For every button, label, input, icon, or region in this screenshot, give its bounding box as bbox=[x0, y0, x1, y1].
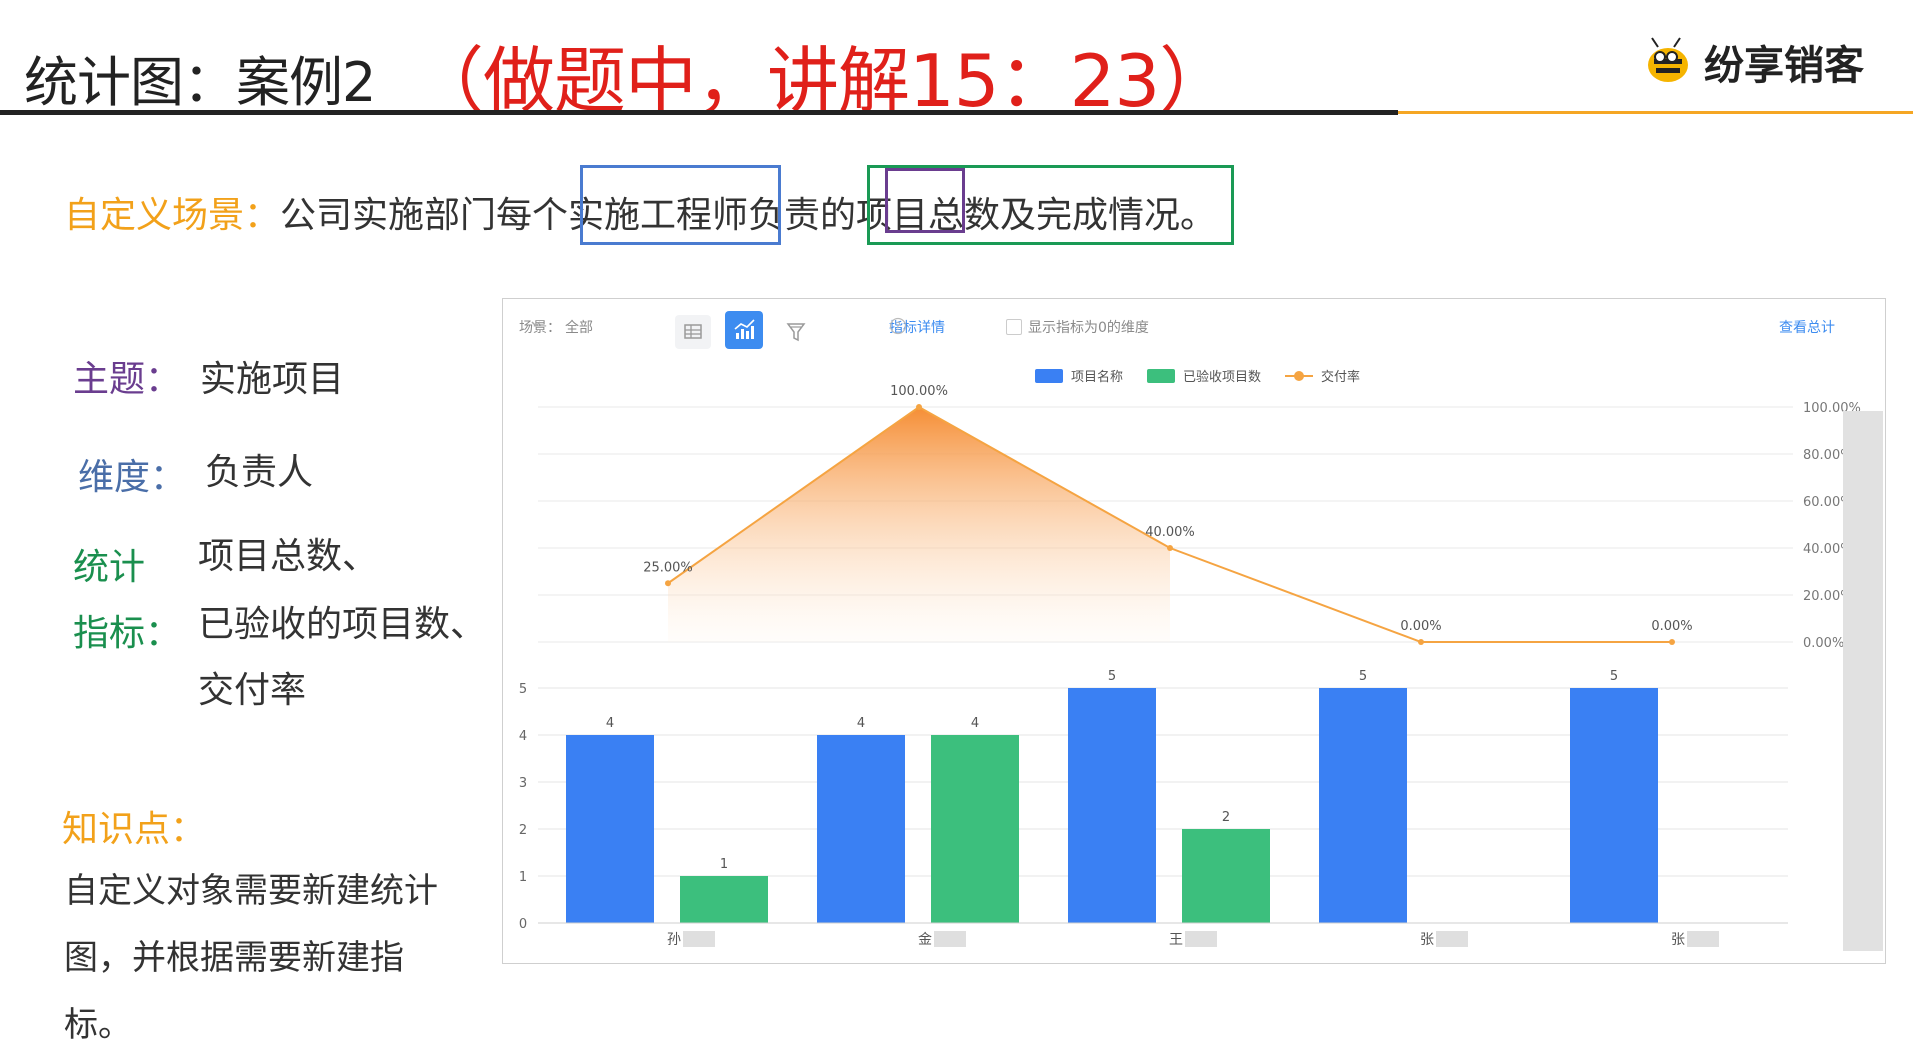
delivery-rate-label: 100.00% bbox=[890, 384, 948, 399]
dimension-label: 维度： bbox=[78, 457, 187, 498]
metrics-value-1: 项目总数、 bbox=[198, 536, 379, 577]
legend-swatch-1 bbox=[1147, 369, 1175, 383]
header-divider bbox=[0, 110, 1398, 115]
bar-value-label: 2 bbox=[1222, 810, 1230, 825]
category-label: 张 bbox=[1671, 932, 1685, 948]
bar-value-label: 4 bbox=[857, 716, 865, 731]
bar-accepted-count bbox=[1182, 829, 1270, 923]
left-axis-tick: 1 bbox=[519, 870, 527, 885]
category-name-blur bbox=[1185, 931, 1217, 947]
left-axis-tick: 3 bbox=[519, 776, 527, 791]
bar-project-count bbox=[566, 735, 654, 923]
delivery-rate-point bbox=[916, 404, 922, 410]
delivery-rate-point bbox=[1167, 545, 1173, 551]
category-label: 王 bbox=[1169, 932, 1183, 948]
delivery-rate-label: 40.00% bbox=[1145, 525, 1195, 540]
bar-value-label: 4 bbox=[606, 716, 614, 731]
category-label: 孙 bbox=[667, 932, 681, 948]
bar-accepted-count bbox=[680, 876, 768, 923]
category-label: 金 bbox=[918, 932, 932, 948]
delivery-rate-point bbox=[1418, 639, 1424, 645]
bar-value-label: 4 bbox=[971, 716, 979, 731]
left-axis-tick: 4 bbox=[519, 729, 527, 744]
theme-value: 实施项目 bbox=[200, 359, 345, 400]
bar-project-count bbox=[1319, 688, 1407, 923]
dimension-value: 负责人 bbox=[205, 452, 314, 493]
category-name-blur bbox=[934, 931, 966, 947]
bar-value-label: 1 bbox=[720, 857, 728, 872]
right-axis-tick: 0.00% bbox=[1803, 636, 1844, 651]
chart-scrollbar[interactable] bbox=[1843, 411, 1883, 951]
left-axis-tick: 5 bbox=[519, 682, 527, 697]
delivery-rate-point bbox=[1669, 639, 1675, 645]
category-name-blur bbox=[683, 931, 715, 947]
bar-value-label: 5 bbox=[1359, 669, 1367, 684]
legend-label-2: 交付率 bbox=[1321, 369, 1360, 385]
highlight-total bbox=[867, 165, 1234, 245]
left-axis-tick: 2 bbox=[519, 823, 527, 838]
scene-label: 自定义场景： bbox=[64, 195, 281, 236]
category-label: 张 bbox=[1420, 932, 1434, 948]
combo-chart: 项目名称 已验收项目数 交付率0.00%20.00%40.00%60.00%80.0… bbox=[519, 369, 1861, 948]
knowledge-label: 知识点： bbox=[62, 809, 207, 850]
delivery-rate-label: 0.00% bbox=[1651, 619, 1692, 634]
bar-project-count bbox=[1068, 688, 1156, 923]
knowledge-text: 自定义对象需要新建统计图，并根据需要新建指标。 bbox=[64, 871, 438, 1045]
legend-swatch-0 bbox=[1035, 369, 1063, 383]
legend-label-1: 已验收项目数 bbox=[1183, 369, 1261, 385]
delivery-rate-label: 25.00% bbox=[643, 560, 693, 575]
delivery-rate-point bbox=[665, 580, 671, 587]
highlight-engineer bbox=[580, 165, 781, 245]
bar-project-count bbox=[817, 735, 905, 923]
left-axis-tick: 0 bbox=[519, 917, 527, 932]
chart-panel: 场景： 全部 ? 指标详情 显示指标为0的维度 查看总计 项目名称 已验收项目数交… bbox=[502, 298, 1886, 964]
header-divider-accent bbox=[1398, 111, 1913, 114]
brand-logo: 纷享销客 bbox=[1640, 32, 1864, 92]
legend-label-0: 项目名称 bbox=[1071, 369, 1123, 385]
bar-value-label: 5 bbox=[1108, 669, 1116, 684]
bar-project-count bbox=[1570, 688, 1658, 923]
legend-line-marker bbox=[1294, 371, 1304, 381]
metrics-value-3: 交付率 bbox=[198, 670, 307, 711]
bar-accepted-count bbox=[931, 735, 1019, 923]
bar-value-label: 5 bbox=[1610, 669, 1618, 684]
brand-name: 纷享销客 bbox=[1704, 43, 1864, 89]
metrics-label-2: 指标： bbox=[73, 613, 182, 654]
theme-label: 主题： bbox=[73, 359, 182, 400]
metrics-value-2: 已验收的项目数、 bbox=[198, 604, 487, 645]
bee-logo-icon bbox=[1648, 37, 1688, 82]
delivery-rate-label: 0.00% bbox=[1400, 619, 1441, 634]
category-name-blur bbox=[1436, 931, 1468, 947]
metrics-label-1: 统计 bbox=[73, 547, 146, 588]
category-name-blur bbox=[1687, 931, 1719, 947]
page-title: 统计图：案例2 bbox=[24, 51, 376, 114]
delivery-rate-area bbox=[668, 407, 1170, 642]
